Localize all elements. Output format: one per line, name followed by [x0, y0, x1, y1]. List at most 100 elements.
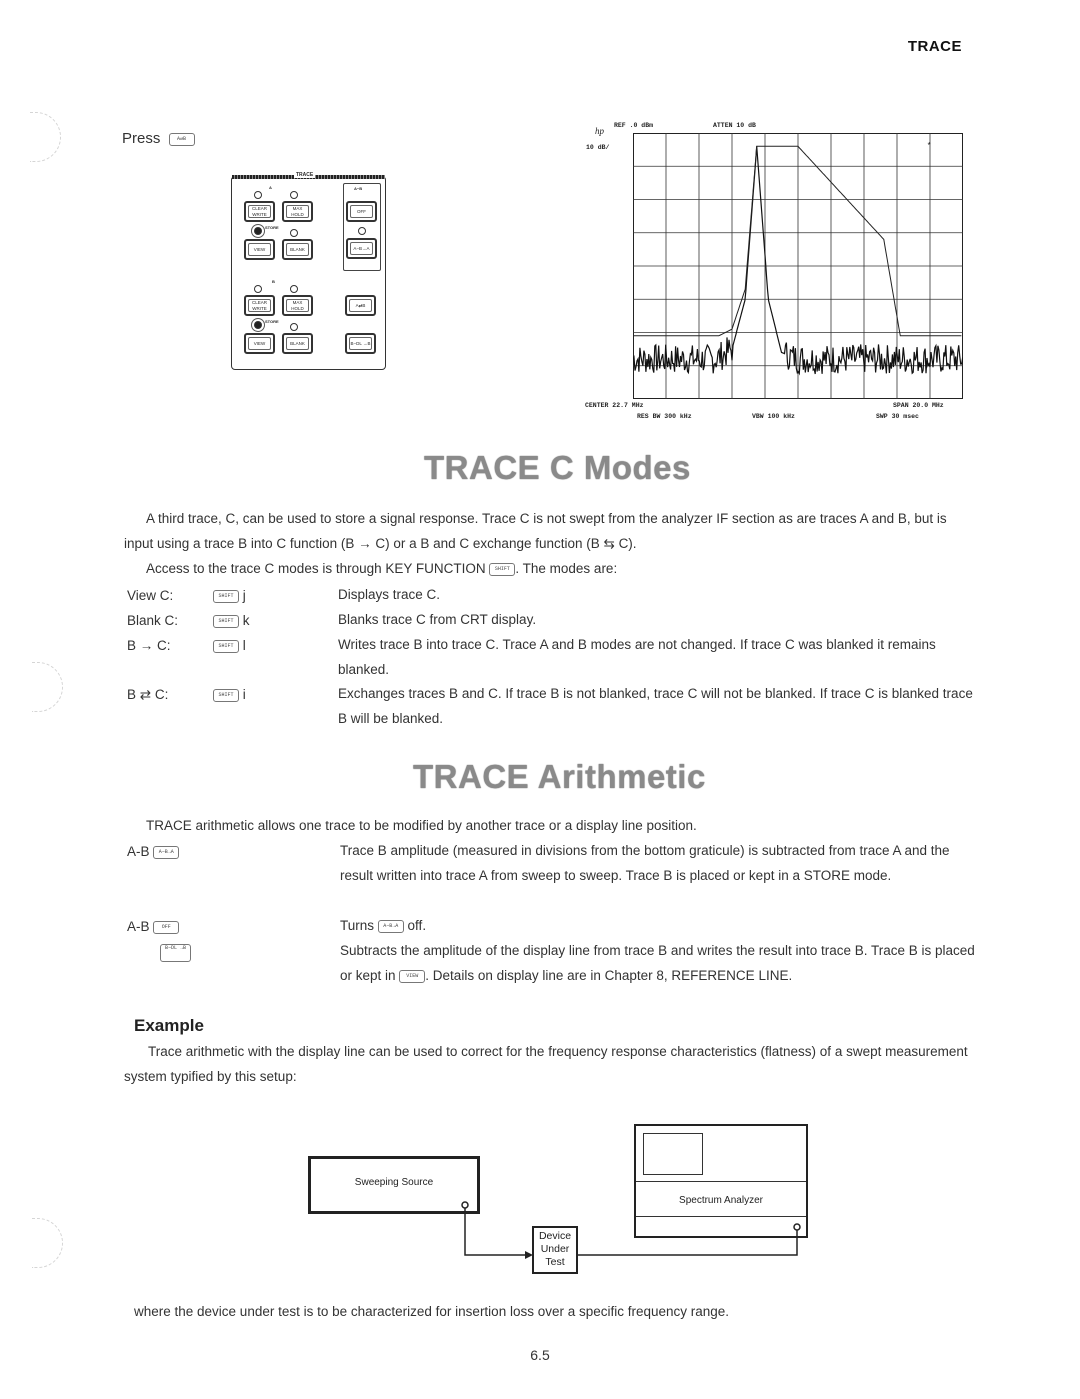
trace-front-panel: TRACE A CLEAR WRITE MAX HOLD STORE VIEW …	[231, 172, 386, 370]
desc-text: Turns	[340, 918, 375, 933]
mode-description: Blanks trace C from CRT display.	[338, 612, 537, 627]
shift-key: SHIFT	[213, 589, 239, 603]
marker-symbol: *	[927, 142, 932, 151]
mode-key: SHIFT k	[213, 613, 250, 628]
button-label: BLANK	[286, 243, 309, 256]
button-a-clear-write: CLEAR WRITE	[244, 201, 275, 222]
view-key: VIEW	[399, 969, 426, 983]
button-label: MAX HOLD	[286, 205, 309, 218]
page-number: 6.5	[530, 1347, 550, 1363]
mode-description: Writes trace B into trace C. Trace A and…	[338, 637, 936, 677]
punch-hole-mark	[32, 1218, 63, 1268]
connection-cables	[461, 1201, 801, 1259]
arith-intro: TRACE arithmetic allows one trace to be …	[146, 818, 697, 833]
a-minus-b-group: A−B OFF A−B→A	[343, 183, 381, 271]
example-closing-text: where the device under test is to be cha…	[134, 1304, 730, 1319]
button-b-view: VIEW	[244, 333, 275, 354]
mode-name: B → C:	[127, 638, 171, 653]
running-header: TRACE	[907, 38, 962, 55]
led-indicator	[358, 227, 366, 235]
led-indicator	[254, 191, 262, 199]
button-b-clear-write: CLEAR WRITE	[244, 295, 275, 316]
led-indicator	[290, 285, 298, 293]
button-label: VIEW	[248, 243, 271, 256]
desc-text: off.	[407, 918, 427, 933]
crt-res-bw: RES BW 300 kHz	[637, 413, 692, 420]
crt-ref-level: REF .0 dBm	[614, 122, 654, 129]
arith-item-name: A-B OFF	[127, 919, 180, 934]
access-suffix: . The modes are:	[515, 561, 618, 576]
led-lit-indicator	[254, 321, 262, 329]
button-a-blank: BLANK	[282, 239, 313, 260]
mode-description: Exchanges traces B and C. If trace B is …	[338, 686, 973, 726]
arith-item-description: Trace B amplitude (measured in divisions…	[340, 843, 950, 883]
press-instruction: Press A⇄B	[122, 130, 195, 147]
mode-key: SHIFT j	[213, 588, 246, 603]
item-name: A-B	[127, 844, 150, 859]
desc-text: . Details on display line are in Chapter…	[425, 968, 793, 983]
crt-attenuation: ATTEN 10 dB	[713, 122, 756, 129]
shift-key: SHIFT	[213, 614, 239, 628]
led-indicator	[254, 285, 262, 293]
button-label: VIEW	[248, 337, 271, 350]
button-b-blank: BLANK	[282, 333, 313, 354]
button-label: BLANK	[286, 337, 309, 350]
led-indicator	[290, 191, 298, 199]
button-b-minus-dl: B−DL →B	[345, 333, 376, 354]
arith-item-description: Subtracts the amplitude of the display l…	[340, 938, 976, 988]
access-text: Access to the trace C modes is through K…	[146, 561, 486, 576]
trace-c-access: Access to the trace C modes is through K…	[146, 556, 617, 581]
store-label: STORE	[265, 319, 279, 324]
key-letter: l	[242, 638, 246, 653]
crt-span: SPAN 20.0 MHz	[893, 402, 944, 409]
led-lit-indicator	[254, 227, 262, 235]
button-label: CLEAR WRITE	[248, 205, 271, 218]
mode-name: Blank C:	[127, 613, 179, 628]
button-b-max-hold: MAX HOLD	[282, 295, 313, 316]
crt-sweep-time: SWP 30 msec	[876, 413, 919, 420]
source-output-connector	[461, 1201, 469, 1209]
led-indicator	[290, 229, 298, 237]
mode-name: B ⇄ C:	[127, 687, 169, 702]
a-minus-b-label: A−B	[354, 186, 363, 191]
button-label: CLEAR WRITE	[248, 299, 271, 312]
arith-item-name: B−DL →B	[160, 944, 192, 962]
key-letter: j	[242, 588, 246, 603]
a-minus-b-to-a-key: A−B→A	[377, 919, 404, 933]
arith-item-description: Turns A−B→A off.	[340, 913, 976, 938]
shift-key: SHIFT	[213, 688, 239, 702]
punch-hole-mark	[32, 662, 63, 712]
button-a-minus-b-to-a: A−B→A	[346, 238, 377, 259]
arrow-head	[525, 1251, 533, 1259]
a-minus-b-to-a-key: A−B→A	[153, 845, 180, 859]
key-letter: i	[242, 687, 246, 702]
button-label: A⇄B	[349, 299, 372, 312]
button-label: OFF	[350, 205, 373, 218]
mode-key: SHIFT l	[213, 638, 246, 653]
example-paragraph: Trace arithmetic with the display line c…	[124, 1044, 968, 1084]
crt-center-frequency: CENTER 22.7 MHz	[585, 402, 644, 409]
mode-key: SHIFT i	[213, 687, 246, 702]
cable-dut-to-analyzer	[576, 1230, 798, 1256]
section-title-trace-c: TRACE C Modes	[424, 449, 691, 486]
key-a-exchange-b: A⇄B	[168, 132, 195, 146]
button-label: A−B→A	[350, 242, 373, 255]
item-name: A-B	[127, 919, 150, 934]
trace-c-intro: A third trace, C, can be used to store a…	[124, 511, 947, 551]
punch-hole-mark	[30, 112, 61, 162]
cable-source-to-dut	[464, 1208, 525, 1256]
example-heading: Example	[134, 1016, 204, 1035]
trace-b-line	[633, 145, 962, 337]
store-label: STORE	[265, 225, 279, 230]
arith-item-name: A-B A−B→A	[127, 844, 180, 859]
button-a-exchange-b: A⇄B	[345, 295, 376, 316]
press-label: Press	[122, 130, 161, 147]
hp-logo: hp	[595, 126, 604, 136]
section-title-trace-arithmetic: TRACE Arithmetic	[413, 758, 706, 795]
key-letter: k	[242, 613, 250, 628]
group-b-label: B	[272, 279, 275, 284]
shift-key: SHIFT	[489, 562, 516, 576]
crt-graticule-chart: *	[633, 133, 963, 399]
crt-scale: 10 dB/	[586, 144, 610, 151]
button-ab-off: OFF	[346, 201, 377, 222]
